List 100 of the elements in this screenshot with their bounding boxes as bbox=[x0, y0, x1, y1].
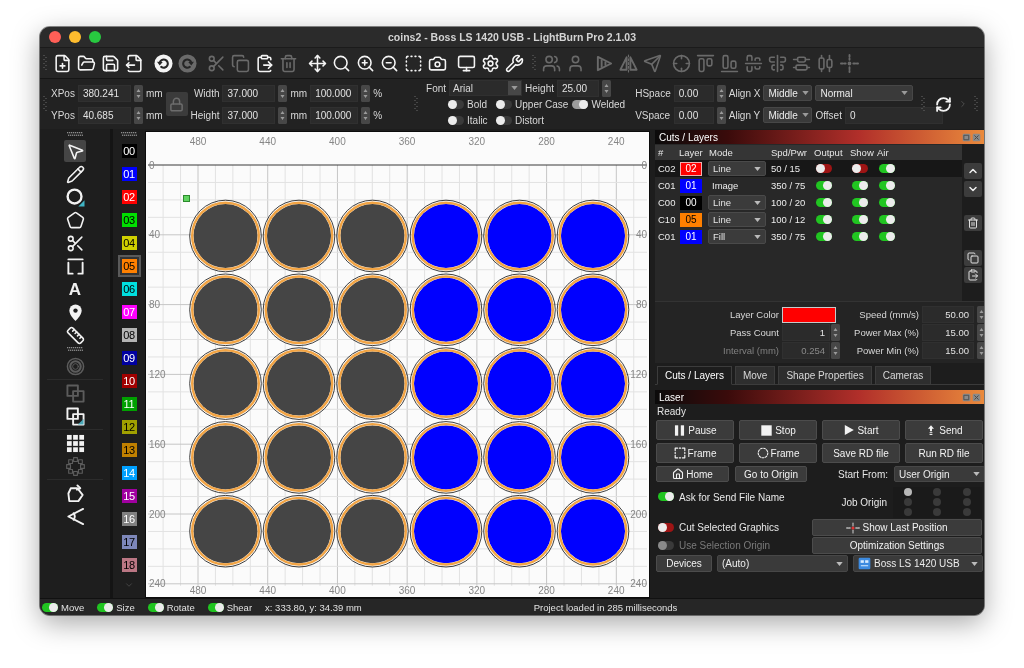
circle-shape[interactable] bbox=[556, 421, 630, 494]
origin-radio[interactable] bbox=[903, 508, 912, 517]
toggle-switch[interactable] bbox=[816, 198, 832, 207]
ruler-icon[interactable] bbox=[64, 324, 86, 346]
bracket-frame-icon[interactable] bbox=[64, 255, 86, 277]
circle-shape[interactable] bbox=[409, 347, 483, 420]
toggle-switch[interactable] bbox=[448, 99, 465, 109]
spinner-arrows-icon[interactable] bbox=[977, 306, 984, 323]
toggle-switch[interactable] bbox=[658, 492, 674, 501]
circle-shape[interactable] bbox=[483, 421, 556, 494]
circle-shape[interactable] bbox=[262, 273, 336, 347]
circle-shape[interactable] bbox=[409, 421, 483, 494]
panel-tab[interactable]: Shape Properties bbox=[778, 366, 872, 385]
circle-icon[interactable] bbox=[64, 186, 86, 208]
grip-handle-icon[interactable] bbox=[43, 95, 47, 113]
circle-shape[interactable] bbox=[336, 273, 409, 347]
go-to-origin-button[interactable]: Go to Origin bbox=[735, 466, 807, 482]
toggle-switch[interactable] bbox=[879, 215, 895, 224]
circle-shape[interactable] bbox=[262, 421, 336, 494]
origin-radio[interactable] bbox=[933, 498, 942, 506]
wrench-icon[interactable] bbox=[504, 53, 524, 73]
toggle-switch[interactable] bbox=[658, 523, 674, 532]
text-mode-dropdown[interactable]: Normal bbox=[815, 85, 914, 101]
paste-layer-button[interactable] bbox=[964, 267, 982, 283]
font-height-field[interactable]: 25.00 bbox=[557, 79, 599, 97]
position-field[interactable]: 40.685 bbox=[77, 106, 131, 124]
circle-shape[interactable] bbox=[189, 347, 262, 420]
pencil-icon[interactable] bbox=[64, 163, 86, 185]
open-folder-icon[interactable] bbox=[76, 53, 96, 73]
number-field[interactable]: 15.00 bbox=[922, 324, 974, 341]
circle-shape[interactable] bbox=[262, 347, 336, 420]
scale-field[interactable]: 100.000 bbox=[310, 84, 359, 102]
circle-shape[interactable] bbox=[262, 199, 336, 273]
circle-shape[interactable] bbox=[336, 494, 409, 568]
layer-swatch-button[interactable]: 03 bbox=[121, 213, 137, 227]
toggle-switch[interactable] bbox=[852, 181, 868, 190]
toggle-switch[interactable] bbox=[879, 181, 895, 190]
layer-swatch-button[interactable]: 08 bbox=[121, 328, 137, 342]
mode-dropdown[interactable]: Line bbox=[708, 212, 766, 227]
number-field[interactable]: 1 bbox=[782, 324, 830, 341]
spinner-arrows-icon[interactable] bbox=[716, 106, 726, 124]
spinner-arrows-icon[interactable] bbox=[831, 324, 840, 341]
toggle-switch[interactable] bbox=[97, 602, 114, 612]
number-field[interactable]: 50.00 bbox=[922, 306, 974, 323]
toggle-switch[interactable] bbox=[147, 602, 164, 612]
move-up-button[interactable] bbox=[964, 163, 982, 179]
circle-shape[interactable] bbox=[483, 199, 556, 273]
layer-swatch-button[interactable]: 04 bbox=[121, 236, 137, 250]
circle-shape[interactable] bbox=[483, 273, 556, 347]
spinner-arrows-icon[interactable] bbox=[831, 342, 840, 359]
toggle-switch[interactable] bbox=[852, 164, 868, 173]
circle-shape[interactable] bbox=[556, 347, 630, 420]
size-field[interactable]: 37.000 bbox=[222, 84, 276, 102]
delete-layer-button[interactable] bbox=[964, 215, 982, 231]
caret-down-icon[interactable] bbox=[901, 91, 909, 95]
mode-dropdown[interactable]: Line bbox=[708, 195, 766, 210]
circle-shape[interactable] bbox=[409, 199, 483, 273]
origin-radio[interactable] bbox=[963, 487, 972, 496]
close-icon[interactable] bbox=[972, 392, 981, 402]
caret-down-icon[interactable] bbox=[754, 234, 761, 239]
undo-icon[interactable] bbox=[153, 53, 173, 73]
laser-button[interactable]: Run RD file bbox=[905, 443, 983, 463]
circle-shape[interactable] bbox=[262, 494, 336, 568]
caret-down-icon[interactable] bbox=[973, 472, 980, 476]
spinner-arrows-icon[interactable] bbox=[602, 79, 611, 97]
dashed-square-icon[interactable] bbox=[403, 53, 423, 73]
toggle-switch[interactable] bbox=[816, 215, 832, 224]
toggle-switch[interactable] bbox=[42, 602, 58, 612]
close-icon[interactable] bbox=[972, 132, 981, 142]
circle-shape[interactable] bbox=[336, 199, 409, 273]
grip-handle-icon[interactable] bbox=[43, 54, 47, 72]
toggle-switch[interactable] bbox=[496, 99, 513, 109]
grip-handle-icon[interactable] bbox=[67, 132, 83, 136]
spinner-arrows-icon[interactable] bbox=[361, 106, 371, 124]
grip-handle-icon[interactable] bbox=[414, 95, 419, 113]
laser-button[interactable]: Frame bbox=[656, 443, 734, 463]
home-button[interactable]: Home bbox=[656, 466, 729, 482]
pentagon-icon[interactable] bbox=[64, 209, 86, 231]
minimize-window-icon[interactable] bbox=[69, 31, 81, 43]
camera-icon[interactable] bbox=[427, 53, 447, 73]
circle-shape[interactable] bbox=[189, 494, 262, 568]
settings-icon[interactable] bbox=[480, 53, 500, 73]
offset-field[interactable]: 0 bbox=[844, 106, 943, 124]
origin-radio[interactable] bbox=[903, 498, 912, 506]
layer-row[interactable]: C01 01 Image 350 / 75 bbox=[655, 177, 962, 194]
layer-swatch-button[interactable]: 15 bbox=[121, 489, 137, 503]
clipboard-icon[interactable] bbox=[254, 53, 274, 73]
device-dropdown[interactable]: Boss LS 1420 USB bbox=[853, 555, 983, 572]
panel-tab[interactable]: Cameras bbox=[874, 366, 932, 385]
layer-row[interactable]: C01 01 Fill 350 / 75 bbox=[655, 228, 962, 245]
laser-button[interactable]: Pause bbox=[656, 420, 734, 440]
layer-swatch-button[interactable]: 01 bbox=[121, 167, 137, 181]
circle-shape[interactable] bbox=[336, 347, 409, 420]
caret-down-icon[interactable] bbox=[836, 561, 843, 566]
origin-radio[interactable] bbox=[933, 487, 942, 496]
toggle-switch[interactable] bbox=[852, 198, 868, 207]
refresh-icon[interactable] bbox=[935, 95, 953, 113]
layer-swatch-button[interactable]: 06 bbox=[121, 282, 137, 296]
copy-layer-button[interactable] bbox=[964, 250, 982, 266]
toggle-switch[interactable] bbox=[572, 99, 589, 109]
